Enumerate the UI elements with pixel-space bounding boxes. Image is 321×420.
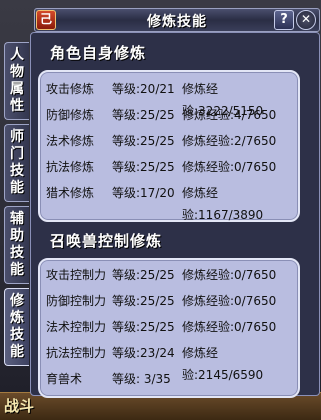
tab-label: 人物属性 — [10, 47, 24, 114]
tab-label: 修炼技能 — [10, 293, 24, 360]
skill-level: 等级:25/25 — [112, 160, 175, 174]
table-row[interactable]: 猎术修炼 等级:17/20 修炼经验:1167/3890 — [40, 182, 298, 222]
cultivation-skills-window: 修炼技能 己 ? ✕ 人物属性 师门技能 辅助技能 修炼技能 角色自身修炼 攻击… — [0, 6, 321, 398]
tab-label: 辅助技能 — [10, 211, 24, 278]
skill-level: 等级:25/25 — [112, 320, 175, 334]
skill-name: 防御修炼 — [46, 108, 95, 122]
skill-exp: 修炼经验:0/7650 — [182, 268, 277, 282]
battle-button[interactable]: 战斗 — [4, 395, 34, 416]
table-row[interactable]: 攻击修炼 等级:20/21 修炼经验:3222/5150 — [40, 78, 298, 118]
skill-exp: 修炼经验:0/7650 — [182, 160, 277, 174]
skill-name: 猎术修炼 — [46, 186, 95, 200]
skill-exp: 修炼经验:2/7650 — [182, 134, 277, 148]
skill-level: 等级:25/25 — [112, 294, 175, 308]
table-row[interactable]: 法术修炼 等级:25/25 修炼经验:2/7650 — [40, 130, 298, 152]
table-row[interactable]: 育兽术 等级: 3/35 — [40, 368, 298, 390]
skill-level: 等级:17/20 — [112, 186, 175, 200]
skill-name: 攻击修炼 — [46, 82, 95, 96]
table-row[interactable]: 抗法控制力 等级:23/24 修炼经验:2145/6590 — [40, 342, 298, 382]
table-row[interactable]: 防御修炼 等级:25/25 修炼经验:4/7650 — [40, 104, 298, 126]
skill-exp: 修炼经验:4/7650 — [182, 108, 277, 122]
skill-level: 等级:25/25 — [112, 134, 175, 148]
tab-auxiliary-skills[interactable]: 辅助技能 — [4, 206, 29, 284]
skill-tabs: 人物属性 师门技能 辅助技能 修炼技能 — [4, 42, 30, 370]
skill-level: 等级:25/25 — [112, 108, 175, 122]
tab-attributes[interactable]: 人物属性 — [4, 42, 29, 120]
pet-cultivation-panel: 攻击控制力 等级:25/25 修炼经验:0/7650 防御控制力 等级:25/2… — [38, 258, 300, 398]
skill-name: 法术控制力 — [46, 320, 107, 334]
help-button[interactable]: ? — [274, 10, 294, 30]
skill-name: 防御控制力 — [46, 294, 107, 308]
skill-exp: 修炼经验:1167/3890 — [182, 186, 264, 222]
table-row[interactable]: 攻击控制力 等级:25/25 修炼经验:0/7650 — [40, 264, 298, 286]
skill-level: 等级: 3/35 — [112, 372, 171, 386]
skill-name: 育兽术 — [46, 372, 83, 386]
skill-exp: 修炼经验:0/7650 — [182, 294, 277, 308]
tab-school-skills[interactable]: 师门技能 — [4, 124, 29, 202]
menu-icon[interactable]: 己 — [36, 10, 56, 30]
skill-level: 等级:23/24 — [112, 346, 175, 360]
skill-name: 抗法修炼 — [46, 160, 95, 174]
section-title-character: 角色自身修炼 — [50, 44, 147, 62]
skill-name: 抗法控制力 — [46, 346, 107, 360]
tab-cultivation-skills[interactable]: 修炼技能 — [4, 288, 29, 366]
tab-label: 师门技能 — [10, 129, 24, 196]
skill-name: 法术修炼 — [46, 134, 95, 148]
character-cultivation-panel: 攻击修炼 等级:20/21 修炼经验:3222/5150 防御修炼 等级:25/… — [38, 70, 300, 222]
skill-exp: 修炼经验:0/7650 — [182, 320, 277, 334]
close-button[interactable]: ✕ — [296, 10, 316, 30]
table-row[interactable]: 防御控制力 等级:25/25 修炼经验:0/7650 — [40, 290, 298, 312]
skill-name: 攻击控制力 — [46, 268, 107, 282]
table-row[interactable]: 法术控制力 等级:25/25 修炼经验:0/7650 — [40, 316, 298, 338]
table-row[interactable]: 抗法修炼 等级:25/25 修炼经验:0/7650 — [40, 156, 298, 178]
skill-level: 等级:20/21 — [112, 82, 175, 96]
skill-level: 等级:25/25 — [112, 268, 175, 282]
section-title-pet: 召唤兽控制修炼 — [50, 232, 163, 250]
